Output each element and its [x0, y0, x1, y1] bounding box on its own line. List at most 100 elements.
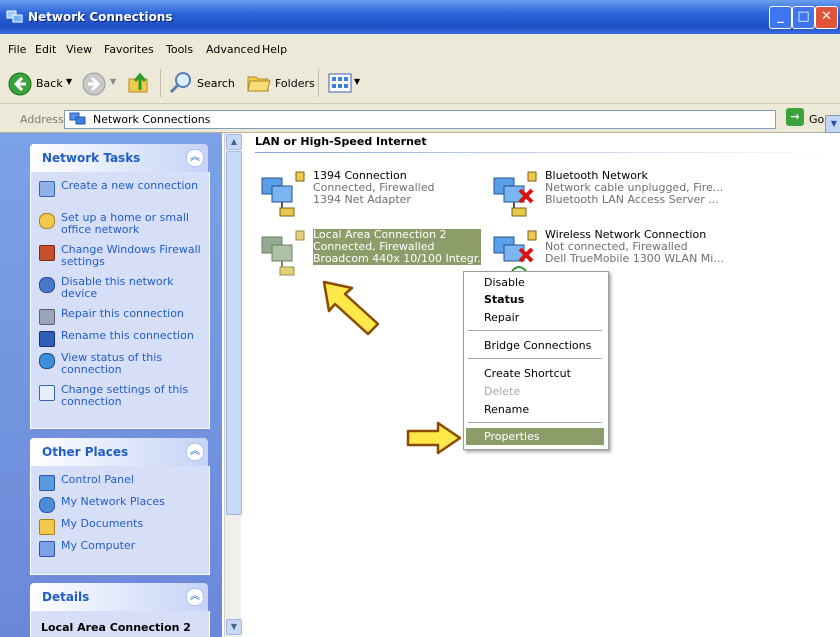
computer-icon: [39, 541, 55, 557]
other-places-title: Other Places: [42, 445, 129, 459]
task-disable-device[interactable]: Disable this network device: [39, 276, 205, 302]
home-network-icon: [39, 213, 55, 229]
scroll-thumb[interactable]: [226, 151, 242, 515]
back-arrow-icon[interactable]: [8, 72, 32, 96]
network-tasks-title: Network Tasks: [42, 151, 141, 165]
back-dropdown-icon[interactable]: ▼: [66, 77, 72, 86]
pointer-arrow-icon: [406, 421, 462, 455]
task-rename[interactable]: Rename this connection: [39, 329, 205, 347]
details-selected-name: Local Area Connection 2: [41, 621, 191, 634]
connection-text: Local Area Connection 2 Connected, Firew…: [313, 229, 481, 265]
connection-text: Wireless Network Connection Not connecte…: [545, 229, 725, 265]
scroll-down-icon[interactable]: ▼: [226, 619, 242, 635]
go-arrow-icon[interactable]: →: [786, 108, 804, 126]
minimize-button[interactable]: _: [769, 6, 792, 29]
task-label: View status of this connection: [61, 351, 163, 376]
disable-icon: [39, 277, 55, 293]
network-tasks-body: Create a new connection Set up a home or…: [30, 172, 210, 429]
network-connection-icon: [261, 171, 305, 217]
task-label: Create a new connection: [61, 179, 199, 192]
place-control-panel[interactable]: Control Panel: [39, 474, 205, 491]
other-places-header[interactable]: Other Places ︽: [30, 438, 208, 466]
go-button-label[interactable]: Go: [809, 113, 824, 126]
close-button[interactable]: ✕: [815, 6, 838, 29]
task-pane-scrollbar[interactable]: ▲ ▼: [224, 133, 242, 637]
views-dropdown-icon[interactable]: ▼: [354, 77, 360, 86]
menu-help[interactable]: Help: [262, 43, 287, 56]
menu-bridge-connections[interactable]: Bridge Connections: [484, 339, 591, 352]
menu-file[interactable]: File: [8, 43, 26, 56]
maximize-button[interactable]: □: [792, 6, 815, 29]
back-button-label[interactable]: Back: [36, 77, 63, 90]
collapse-chevron-icon[interactable]: ︽: [186, 588, 204, 606]
task-firewall[interactable]: Change Windows Firewall settings: [39, 244, 205, 270]
connection-bluetooth[interactable]: Bluetooth Network Network cable unplugge…: [490, 170, 730, 220]
address-field[interactable]: Network Connections ▼: [64, 110, 840, 133]
menu-disable[interactable]: Disable: [484, 276, 525, 289]
menu-separator: [468, 422, 602, 423]
menu-create-shortcut[interactable]: Create Shortcut: [484, 367, 571, 380]
folders-button-label[interactable]: Folders: [275, 77, 315, 90]
task-label: Change settings of this connection: [61, 383, 189, 408]
menu-status[interactable]: Status: [484, 293, 524, 306]
details-header[interactable]: Details ︽: [30, 583, 208, 611]
task-label: Change Windows Firewall settings: [61, 243, 201, 268]
address-dropdown-icon[interactable]: ▼: [825, 115, 840, 133]
details-body: Local Area Connection 2: [30, 611, 210, 637]
forward-dropdown-icon[interactable]: ▼: [110, 77, 116, 86]
connection-text: 1394 Connection Connected, Firewalled 13…: [313, 170, 493, 206]
group-header: LAN or High-Speed Internet: [255, 135, 427, 148]
task-view-status[interactable]: View status of this connection: [39, 352, 205, 378]
collapse-chevron-icon[interactable]: ︽: [186, 149, 204, 167]
place-my-documents[interactable]: My Documents: [39, 517, 205, 535]
menu-tools[interactable]: Tools: [166, 43, 193, 56]
collapse-chevron-icon[interactable]: ︽: [186, 443, 204, 461]
network-places-icon: [39, 497, 55, 513]
rename-icon: [39, 331, 55, 347]
connection-local-area-2[interactable]: Local Area Connection 2 Connected, Firew…: [258, 229, 498, 279]
menu-properties[interactable]: Properties: [484, 430, 540, 443]
place-my-computer[interactable]: My Computer: [39, 539, 205, 557]
toolbar-separator: [160, 69, 161, 97]
network-connection-icon: [493, 171, 537, 217]
title-bar[interactable]: Network Connections _ □ ✕: [0, 0, 840, 34]
up-folder-icon[interactable]: [126, 70, 152, 96]
network-connections-icon: [6, 10, 23, 23]
menu-bar: File Edit View Favorites Tools Advanced …: [0, 34, 840, 90]
forward-arrow-icon[interactable]: [82, 72, 106, 96]
scroll-up-icon[interactable]: ▲: [226, 134, 242, 150]
place-network-places[interactable]: My Network Places: [39, 496, 205, 513]
address-value: Network Connections: [93, 113, 211, 126]
menu-rename[interactable]: Rename: [484, 403, 529, 416]
connection-device: Bluetooth LAN Access Server ...: [545, 193, 719, 206]
search-icon[interactable]: [168, 70, 194, 96]
task-change-settings[interactable]: Change settings of this connection: [39, 384, 205, 410]
menu-favorites[interactable]: Favorites: [104, 43, 154, 56]
menu-repair[interactable]: Repair: [484, 311, 519, 324]
task-create-connection[interactable]: Create a new connection: [39, 180, 205, 206]
task-label: Rename this connection: [61, 329, 194, 342]
status-icon: [39, 353, 55, 369]
place-label: My Documents: [61, 517, 144, 530]
menu-advanced[interactable]: Advanced: [206, 43, 260, 56]
folders-icon[interactable]: [246, 71, 272, 95]
menu-edit[interactable]: Edit: [35, 43, 56, 56]
new-connection-icon: [39, 181, 55, 197]
pointer-arrow-icon: [322, 280, 380, 336]
place-label: My Computer: [61, 539, 136, 552]
menu-view[interactable]: View: [66, 43, 92, 56]
task-label: Disable this network device: [61, 275, 174, 300]
window-title: Network Connections: [28, 10, 173, 24]
documents-icon: [39, 519, 55, 535]
address-bar: Address Network Connections ▼ → Go: [0, 104, 840, 133]
task-repair[interactable]: Repair this connection: [39, 308, 205, 325]
connection-1394[interactable]: 1394 Connection Connected, Firewalled 13…: [258, 170, 498, 220]
network-connection-icon: [493, 230, 537, 272]
task-home-network[interactable]: Set up a home or small office network: [39, 212, 205, 238]
settings-icon: [39, 385, 55, 401]
search-button-label[interactable]: Search: [197, 77, 235, 90]
connection-device: 1394 Net Adapter: [313, 193, 411, 206]
other-places-body: Control Panel My Network Places My Docum…: [30, 466, 210, 575]
network-tasks-header[interactable]: Network Tasks ︽: [30, 144, 208, 172]
views-icon[interactable]: [328, 73, 352, 93]
